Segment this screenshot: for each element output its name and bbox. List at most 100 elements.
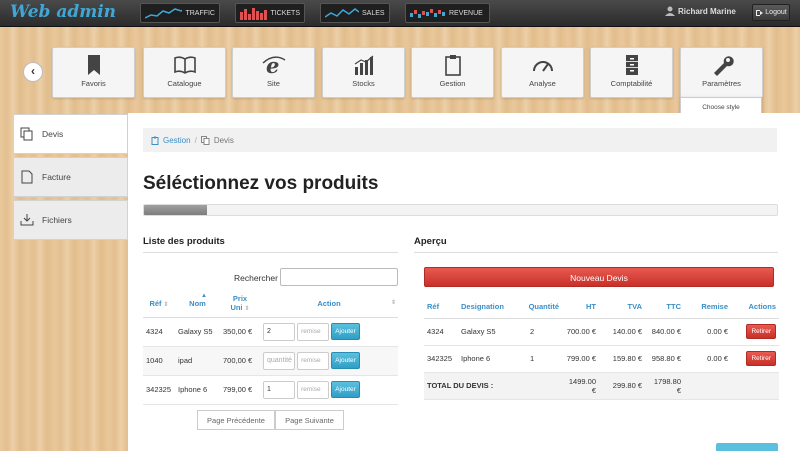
remise-input[interactable]: remise	[297, 322, 330, 341]
search-label: Rechercher	[234, 273, 278, 283]
col-header: Designation	[458, 296, 520, 319]
sidebar-item-devis[interactable]: Devis	[13, 114, 128, 154]
sidebar-item-facture[interactable]: Facture	[13, 157, 128, 197]
sidebar-item-fichiers[interactable]: Fichiers	[13, 200, 128, 240]
cell-ref: 4324	[143, 317, 175, 347]
cell-ttc: 840.00 €	[645, 318, 684, 346]
kpi-sales[interactable]: SALES	[320, 3, 390, 23]
add-button[interactable]: Ajouter	[331, 381, 360, 398]
cell-action: quantité remise Ajouter	[260, 346, 398, 376]
cabinet-icon	[625, 55, 638, 75]
search-input[interactable]	[280, 268, 398, 286]
remove-button[interactable]: Retirer	[746, 351, 776, 366]
app-logo: Web admin	[10, 2, 117, 22]
total-row: TOTAL DU DEVIS : 1499.00 € 299.80 € 1798…	[424, 372, 779, 400]
remove-button[interactable]: Retirer	[746, 324, 776, 339]
kpi-traffic[interactable]: TRAFFIC	[140, 3, 220, 23]
cell-ref: 342325	[143, 375, 175, 405]
nav-tile-label: Favoris	[81, 79, 106, 88]
quantity-input[interactable]: 2	[263, 322, 295, 341]
cell-ttc: 958.80 €	[645, 345, 684, 373]
document-icon	[21, 170, 33, 184]
cell-prix: 799,00 €	[220, 375, 260, 405]
col-header-action[interactable]: Action ⇕	[260, 290, 398, 318]
nav-tile-site[interactable]: e Site	[232, 47, 315, 98]
cell-action: Retirer	[731, 318, 779, 346]
nav-tile-comptabilite[interactable]: Comptabilité	[590, 47, 673, 98]
total-label: TOTAL DU DEVIS :	[424, 372, 562, 400]
sidebar-item-label: Fichiers	[42, 215, 72, 225]
col-header-prix[interactable]: Prix Uni ⇕	[220, 290, 260, 318]
apercu-section-title: Aperçu	[414, 236, 447, 247]
breadcrumb-gestion-link[interactable]: Gestion	[163, 136, 191, 145]
quantity-input[interactable]: 1	[263, 380, 295, 399]
table-row: 4324 Galaxy S5 350,00 € 2 remise Ajouter	[143, 317, 398, 347]
sidebar-item-label: Facture	[42, 172, 71, 182]
cell-ref: 4324	[424, 318, 458, 346]
table-row: 1040 ipad 700,00 € quantité remise Ajout…	[143, 346, 398, 376]
remise-input[interactable]: remise	[297, 380, 330, 399]
col-header: Remise	[684, 296, 731, 319]
cell-remise: 0.00 €	[684, 318, 731, 346]
cell-action: 1 remise Ajouter	[260, 375, 398, 405]
cell-tva: 159.80 €	[599, 345, 645, 373]
bar-chart-icon	[240, 8, 267, 20]
user-icon	[665, 6, 675, 16]
kpi-label: TICKETS	[270, 9, 300, 17]
nav-tile-gestion[interactable]: Gestion	[411, 47, 494, 98]
cell-ref: 342325	[424, 345, 458, 373]
total-tva: 299.80 €	[599, 372, 645, 400]
breadcrumb: Gestion / Devis	[143, 128, 777, 152]
col-header: TVA	[599, 296, 645, 319]
cell-quantite: 2	[520, 318, 562, 346]
quantity-input[interactable]: quantité	[263, 351, 295, 370]
nav-tile-label: Site	[267, 79, 280, 88]
style-popup-title: Choose style	[702, 104, 740, 111]
col-header-ref[interactable]: Réf ⇕	[143, 290, 175, 318]
top-bar: Web admin TRAFFIC TICKETS SALES REVENUE …	[0, 0, 800, 27]
back-button[interactable]: ‹	[23, 62, 43, 82]
line-chart-icon	[145, 8, 183, 19]
add-button[interactable]: Ajouter	[331, 352, 360, 369]
line-chart-icon	[325, 8, 359, 18]
nav-tile-analyse[interactable]: Analyse	[501, 47, 584, 98]
copy-icon	[20, 127, 33, 141]
cell-nom: ipad	[175, 346, 220, 376]
cell-designation: Galaxy S5	[458, 318, 520, 346]
next-step-button[interactable]	[716, 443, 778, 451]
cell-tva: 140.00 €	[599, 318, 645, 346]
kpi-tickets[interactable]: TICKETS	[235, 3, 305, 23]
breadcrumb-separator: /	[194, 135, 197, 145]
col-header: Actions	[731, 296, 779, 319]
kpi-revenue[interactable]: REVENUE	[405, 3, 490, 23]
total-ht: 1499.00 €	[562, 372, 599, 400]
new-quote-button[interactable]: Nouveau Devis	[424, 267, 774, 287]
col-header-nom[interactable]: Nom ▲	[175, 290, 220, 318]
cell-designation: Iphone 6	[458, 345, 520, 373]
next-page-button[interactable]: Page Suivante	[275, 410, 344, 430]
products-table: Réf ⇕ Nom ▲ Prix Uni ⇕ Action ⇕ 4324 Galaxy S…	[143, 290, 398, 405]
cell-empty	[684, 372, 731, 400]
remise-input[interactable]: remise	[297, 351, 330, 370]
nav-tile-parametres[interactable]: Paramètres	[680, 47, 763, 98]
nav-tile-stocks[interactable]: Stocks	[322, 47, 405, 98]
table-row: 4324 Galaxy S5 2 700.00 € 140.00 € 840.0…	[424, 318, 779, 346]
previous-page-button[interactable]: Page Précédente	[197, 410, 275, 430]
col-header: HT	[562, 296, 599, 319]
nav-tile-catalogue[interactable]: Catalogue	[143, 47, 226, 98]
user-name: Richard Marine	[678, 6, 736, 16]
nav-tile-favoris[interactable]: Favoris	[52, 47, 135, 98]
cell-prix: 700,00 €	[220, 346, 260, 376]
progress-bar	[143, 204, 778, 216]
sidebar-item-label: Devis	[42, 129, 64, 139]
wrench-icon	[713, 56, 734, 76]
user-menu[interactable]: Richard Marine	[665, 6, 736, 16]
products-section-title: Liste des produits	[143, 236, 225, 247]
add-button[interactable]: Ajouter	[331, 323, 360, 340]
breadcrumb-current: Devis	[213, 135, 234, 145]
clipboard-icon	[444, 55, 461, 76]
logout-icon	[756, 9, 764, 16]
logout-button[interactable]: Logout	[752, 4, 790, 21]
cell-remise: 0.00 €	[684, 345, 731, 373]
kpi-label: TRAFFIC	[185, 9, 215, 17]
